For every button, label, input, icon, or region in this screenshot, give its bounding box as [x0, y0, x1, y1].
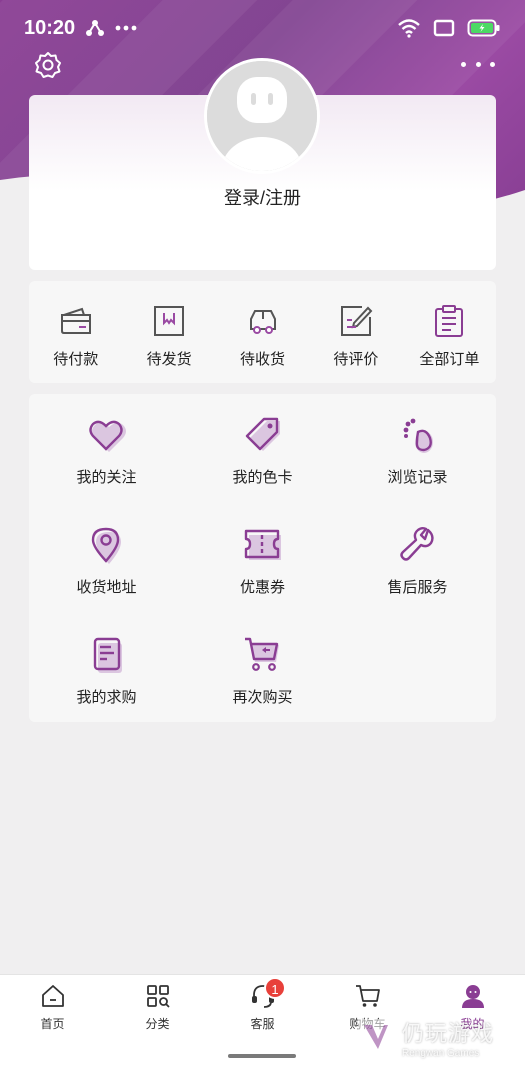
service-buy-again[interactable]: 再次购买 [185, 636, 340, 736]
tab-label: 客服 [250, 1017, 275, 1031]
service-label: 我的关注 [76, 469, 137, 486]
tag-icon [245, 417, 280, 451]
order-label: 待收货 [240, 351, 286, 368]
service-my-purchase-requests[interactable]: 我的求购 [29, 636, 184, 736]
more-dot-icon [490, 61, 495, 67]
tab-label: 购物车 [349, 1017, 386, 1031]
coupon-icon [244, 529, 281, 560]
cart-icon [355, 985, 380, 1007]
service-label: 浏览记录 [387, 469, 448, 486]
wrench-icon [399, 527, 434, 561]
order-pending-receipt[interactable]: 待收货 [216, 281, 309, 383]
wifi-icon [398, 19, 420, 38]
order-label: 全部订单 [419, 351, 480, 368]
settings-gear-icon[interactable] [33, 50, 63, 80]
default-avatar-icon [207, 61, 317, 171]
category-icon [146, 985, 170, 1008]
wallet-icon [60, 307, 91, 334]
home-indicator[interactable] [228, 1054, 296, 1058]
location-pin-icon [91, 527, 121, 564]
tab-customer-service[interactable]: 1 客服 [210, 975, 315, 1080]
order-all[interactable]: 全部订单 [403, 281, 496, 383]
service-label: 我的色卡 [232, 469, 293, 486]
user-icon [461, 985, 484, 1008]
truck-icon [249, 310, 276, 334]
document-icon [93, 637, 122, 673]
services-card: 我的关注 我的色卡 浏览记录 收货地址 优惠券 售后服务 我的求购 再次购买 [29, 394, 496, 722]
review-edit-icon [340, 306, 373, 336]
battery-icon [467, 19, 500, 37]
heart-icon [88, 420, 126, 452]
package-icon [154, 306, 185, 336]
avatar[interactable] [204, 58, 320, 174]
order-label: 待发货 [146, 351, 192, 368]
tab-label: 我的 [460, 1017, 485, 1031]
service-browse-history[interactable]: 浏览记录 [340, 416, 495, 516]
unread-badge: 1 [264, 977, 286, 999]
service-after-sales[interactable]: 售后服务 [340, 526, 495, 626]
service-label: 我的求购 [76, 689, 137, 706]
tab-label: 分类 [145, 1017, 170, 1031]
tab-category[interactable]: 分类 [105, 975, 210, 1080]
service-label: 优惠券 [239, 579, 285, 596]
bottom-tab-bar: 首页 分类 1 客服 购物车 我的 [0, 974, 525, 1080]
login-register-link[interactable]: 登录/注册 [0, 184, 525, 210]
tab-mine[interactable]: 我的 [420, 975, 525, 1080]
more-notifications-icon [115, 25, 137, 31]
orders-card: 待付款 待发货 待收货 待评价 全部订单 [29, 281, 496, 383]
tab-home[interactable]: 首页 [0, 975, 105, 1080]
service-my-color-cards[interactable]: 我的色卡 [185, 416, 340, 516]
service-shipping-address[interactable]: 收货地址 [29, 526, 184, 626]
order-label: 待评价 [333, 351, 379, 368]
share-network-icon [86, 20, 105, 36]
order-label: 待付款 [53, 351, 99, 368]
more-dot-icon [461, 61, 466, 67]
more-options-button[interactable] [461, 54, 495, 74]
footprint-icon [403, 418, 433, 453]
service-label: 收货地址 [76, 579, 137, 596]
order-pending-review[interactable]: 待评价 [309, 281, 402, 383]
service-label: 再次购买 [232, 689, 293, 706]
tab-shopping-cart[interactable]: 购物车 [315, 975, 420, 1080]
clipboard-icon [435, 305, 464, 337]
order-pending-payment[interactable]: 待付款 [29, 281, 122, 383]
service-label: 售后服务 [387, 579, 448, 596]
service-coupons[interactable]: 优惠券 [185, 526, 340, 626]
more-dot-icon [475, 61, 481, 67]
tab-label: 首页 [40, 1017, 65, 1031]
status-time: 10:20 [24, 16, 76, 39]
order-pending-shipment[interactable]: 待发货 [122, 281, 215, 383]
screen-cast-icon [433, 19, 455, 37]
home-icon [41, 985, 64, 1007]
cart-icon [244, 637, 279, 671]
service-my-follows[interactable]: 我的关注 [29, 416, 184, 516]
